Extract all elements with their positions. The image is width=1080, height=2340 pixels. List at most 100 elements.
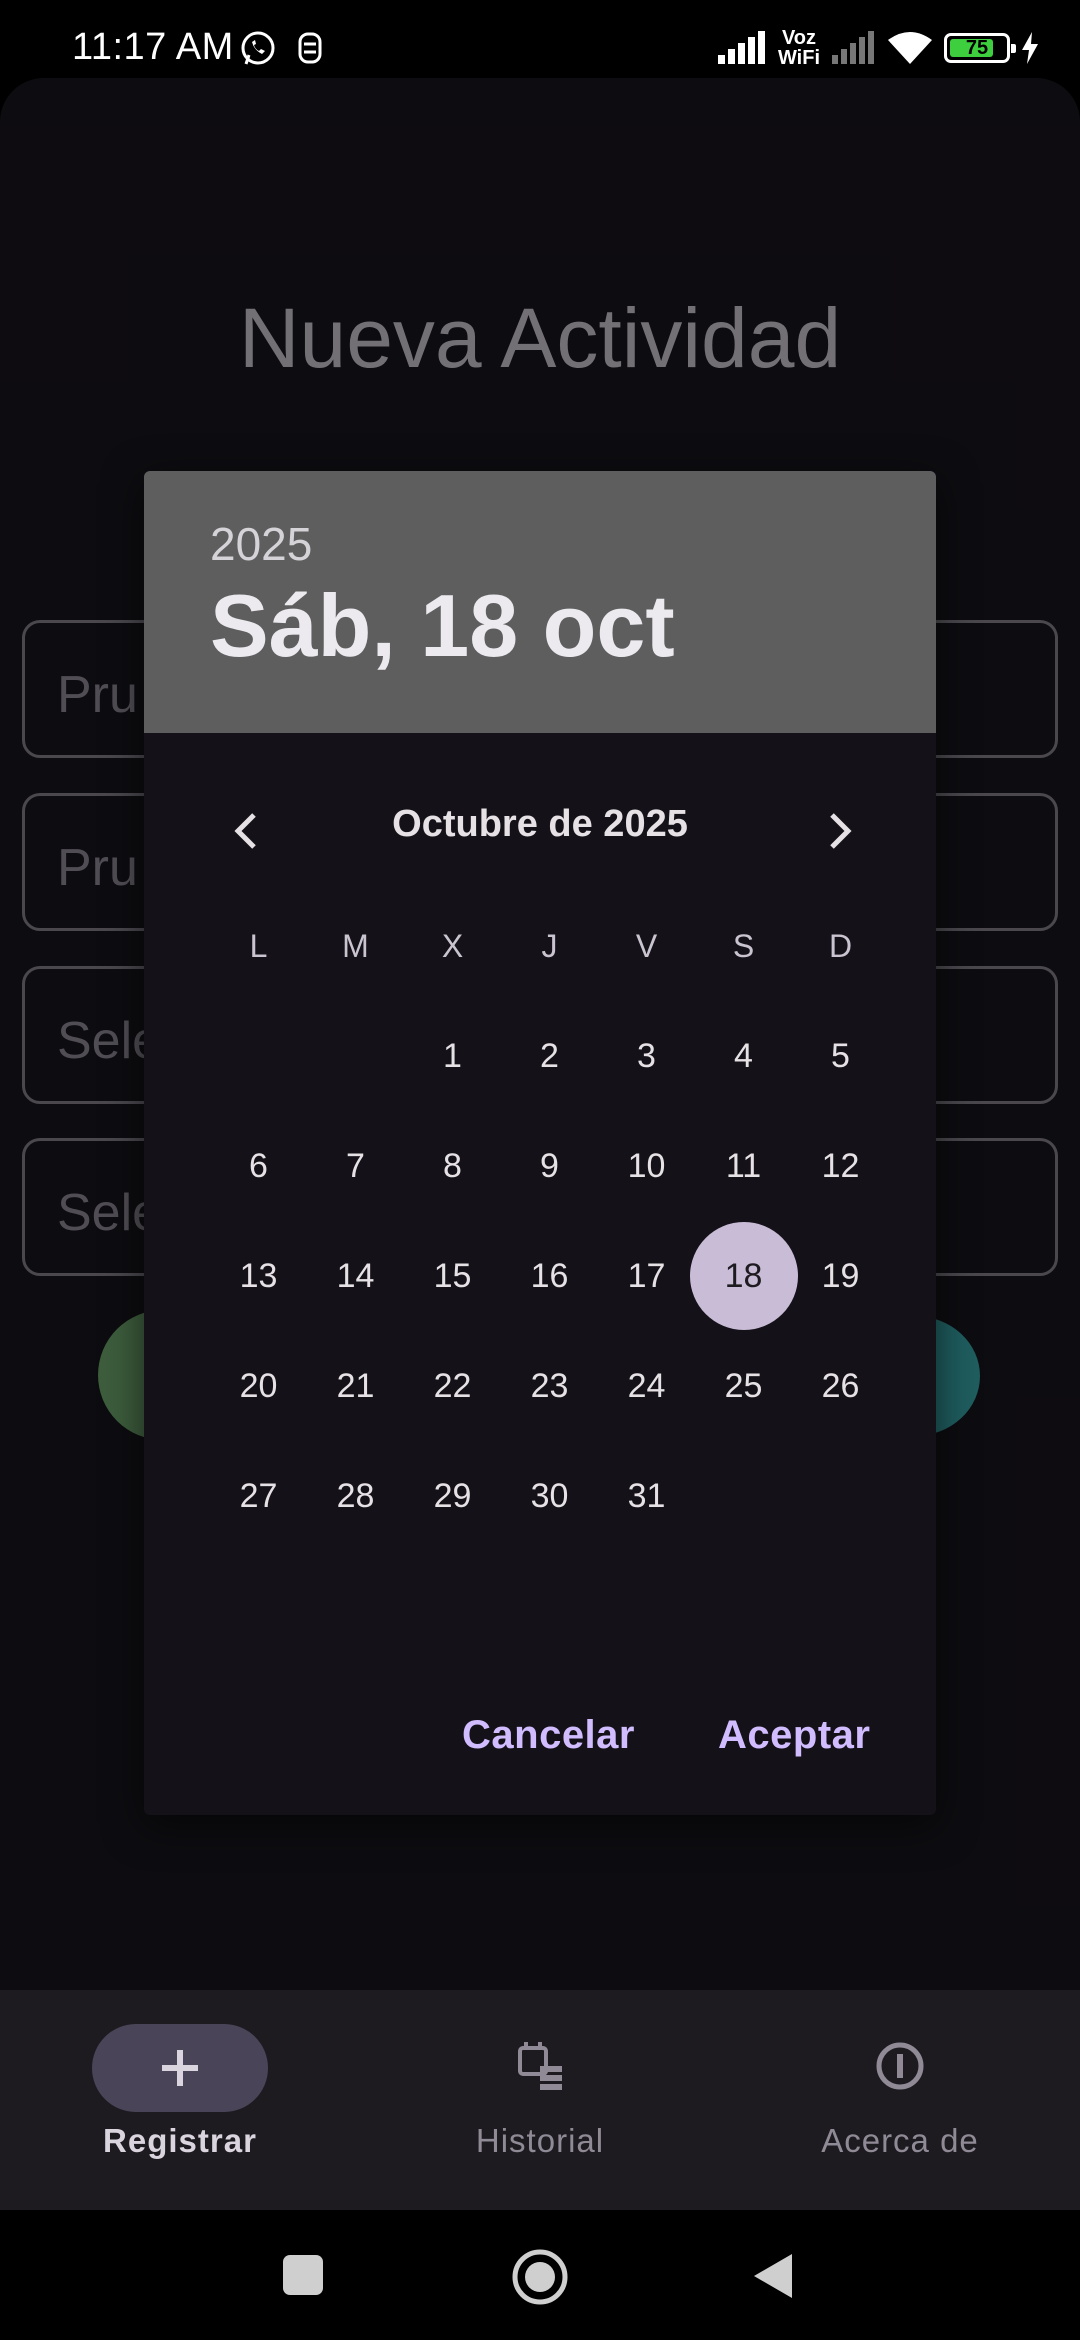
day-number: 31 <box>627 1476 666 1515</box>
dialog-actions: Cancelar Aceptar <box>144 1685 936 1815</box>
day-number: 30 <box>530 1476 569 1515</box>
calendar-weeks: 1 2 3 4 5 6 7 8 9 10 11 12 13 14 15 16 17 18 19 20 21 22 23 24 2… <box>210 1001 890 1551</box>
day-number: 22 <box>433 1366 472 1405</box>
calendar-day[interactable]: 27 <box>210 1441 307 1551</box>
next-month-button[interactable] <box>806 797 874 865</box>
home-icon[interactable] <box>511 2248 569 2306</box>
calendar-day[interactable]: 11 <box>695 1111 792 1221</box>
day-number: 28 <box>336 1476 375 1515</box>
date-picker-header: 2025 Sáb, 18 oct <box>144 471 936 733</box>
back-icon[interactable] <box>752 2252 794 2300</box>
weekday-label: V <box>635 927 658 964</box>
day-number: 2 <box>540 1036 559 1075</box>
volte-wifi-label: Voz WiFi <box>777 27 820 69</box>
calendar-day[interactable]: 20 <box>210 1331 307 1441</box>
calendar-list-icon <box>518 2042 562 2090</box>
month-navigation: Octubre de 2025 <box>144 791 936 871</box>
weekday-label: J <box>541 927 558 964</box>
calendar-week-row: 13 14 15 16 17 18 19 <box>210 1221 890 1331</box>
calendar-day[interactable]: 22 <box>404 1331 501 1441</box>
day-number: 25 <box>724 1366 763 1405</box>
accept-button[interactable]: Aceptar <box>718 1713 870 1758</box>
calendar-day[interactable]: 4 <box>695 1001 792 1111</box>
weekday-label: D <box>828 927 853 964</box>
calendar-day[interactable]: 23 <box>501 1331 598 1441</box>
calendar-day[interactable]: 1 <box>404 1001 501 1111</box>
day-number: 26 <box>821 1366 860 1405</box>
calendar-day[interactable]: 13 <box>210 1221 307 1331</box>
calendar-day[interactable]: 16 <box>501 1221 598 1331</box>
weekday-header: L M X J V S D <box>210 891 890 1001</box>
status-time: 11:17 AM <box>72 26 234 68</box>
signal-weak-icon <box>832 31 874 64</box>
calendar-day[interactable]: 8 <box>404 1111 501 1221</box>
nav-label-registrar: Registrar <box>103 2122 257 2159</box>
empty-day-cell <box>695 1441 792 1551</box>
weekday-label: X <box>441 927 464 964</box>
calendar-day[interactable]: 5 <box>792 1001 889 1111</box>
empty-day-cell <box>792 1441 889 1551</box>
signal-icon <box>717 31 765 64</box>
day-number: 6 <box>249 1146 268 1185</box>
selected-date: Sáb, 18 oct <box>210 576 675 675</box>
day-number: 4 <box>734 1036 753 1075</box>
cancel-button[interactable]: Cancelar <box>462 1713 635 1758</box>
battery-level: 75 <box>965 36 989 59</box>
calendar-day[interactable]: 25 <box>695 1331 792 1441</box>
day-number: 23 <box>530 1366 569 1405</box>
weekday-label: L <box>249 927 268 964</box>
day-number: 15 <box>433 1256 472 1295</box>
calendar-day[interactable]: 28 <box>307 1441 404 1551</box>
calendar-day[interactable]: 15 <box>404 1221 501 1331</box>
date-picker-dialog: 2025 Sáb, 18 oct Octubre de 2025 L M X J… <box>144 471 936 1815</box>
day-number: 1 <box>443 1036 462 1075</box>
day-number: 10 <box>627 1146 666 1185</box>
calendar-day[interactable]: 12 <box>792 1111 889 1221</box>
day-number: 5 <box>831 1036 850 1075</box>
recents-icon[interactable] <box>282 2254 324 2296</box>
nav-item-registrar[interactable]: Registrar <box>0 1990 360 2210</box>
calendar-day[interactable]: 26 <box>792 1331 889 1441</box>
day-number: 21 <box>336 1366 375 1405</box>
selected-day[interactable]: 18 <box>689 1221 798 1331</box>
day-number: 12 <box>821 1146 860 1185</box>
calendar-day[interactable]: 21 <box>307 1331 404 1441</box>
nav-item-acerca[interactable]: Acerca de <box>720 1990 1080 2210</box>
day-number: 13 <box>239 1256 278 1295</box>
calendar-day[interactable]: 24 <box>598 1331 695 1441</box>
system-navigation-bar <box>0 2210 1080 2340</box>
day-number: 19 <box>821 1256 860 1295</box>
info-icon <box>876 2042 924 2090</box>
calendar-grid: L M X J V S D 1 2 3 4 5 6 7 8 9 10 11 12 13 14 15 16 17 1… <box>210 891 890 1551</box>
calendar-day[interactable]: 9 <box>501 1111 598 1221</box>
nav-active-indicator <box>92 2024 268 2112</box>
day-number: 7 <box>346 1146 365 1185</box>
calendar-day[interactable]: 31 <box>598 1441 695 1551</box>
calendar-day[interactable]: 30 <box>501 1441 598 1551</box>
weekday-label: M <box>342 927 369 964</box>
calendar-day[interactable]: 10 <box>598 1111 695 1221</box>
nav-item-historial[interactable]: Historial <box>360 1990 720 2210</box>
day-number: 20 <box>239 1366 278 1405</box>
calendar-week-row: 1 2 3 4 5 <box>210 1001 890 1111</box>
nav-label-historial: Historial <box>475 2122 605 2159</box>
day-number: 3 <box>637 1036 656 1075</box>
calendar-day[interactable]: 14 <box>307 1221 404 1331</box>
weekday-label: S <box>732 927 755 964</box>
nav-label-acerca: Acerca de <box>821 2122 979 2159</box>
calendar-day[interactable]: 29 <box>404 1441 501 1551</box>
notification-app-icon <box>298 32 322 64</box>
charging-icon <box>1022 32 1038 64</box>
calendar-day[interactable]: 2 <box>501 1001 598 1111</box>
selected-year[interactable]: 2025 <box>210 517 312 571</box>
calendar-day[interactable]: 19 <box>792 1221 889 1331</box>
calendar-day[interactable]: 7 <box>307 1111 404 1221</box>
bottom-navigation: Registrar Historial Acerca de <box>0 1990 1080 2210</box>
day-number: 27 <box>239 1476 278 1515</box>
calendar-day[interactable]: 17 <box>598 1221 695 1331</box>
calendar-day[interactable]: 3 <box>598 1001 695 1111</box>
calendar-day[interactable]: 6 <box>210 1111 307 1221</box>
status-right-icons: Voz WiFi 75 <box>716 24 1040 72</box>
day-number: 16 <box>530 1256 569 1295</box>
calendar-week-row: 20 21 22 23 24 25 26 <box>210 1331 890 1441</box>
